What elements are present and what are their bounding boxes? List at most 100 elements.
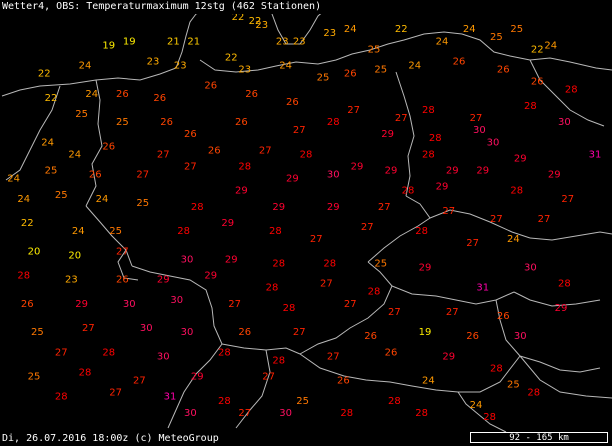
station-temperature: 28	[524, 101, 537, 112]
station-temperature: 29	[419, 263, 432, 274]
station-temperature: 27	[470, 113, 483, 124]
station-temperature: 24	[344, 24, 357, 35]
station-temperature: 26	[89, 170, 102, 181]
station-temperature: 28	[283, 303, 296, 314]
station-temperature: 28	[402, 186, 415, 197]
station-temperature: 27	[262, 372, 275, 383]
station-temperature: 24	[422, 376, 435, 387]
station-temperature: 29	[235, 186, 248, 197]
station-temperature: 27	[466, 238, 479, 249]
station-temperature: 21	[167, 36, 180, 47]
station-temperature: 28	[218, 347, 231, 358]
station-temperature: 22	[225, 52, 238, 63]
station-temperature: 28	[272, 355, 285, 366]
station-temperature: 26	[102, 141, 115, 152]
station-temperature: 27	[293, 327, 306, 338]
map-title: Wetter4, OBS: Temperaturmaximum 12stg (4…	[0, 0, 612, 14]
station-temperature: 24	[41, 137, 54, 148]
station-temperature: 28	[300, 149, 313, 160]
station-temperature: 29	[286, 174, 299, 185]
station-temperature: 27	[259, 145, 272, 156]
station-temperature: 19	[123, 36, 136, 47]
station-temperature: 25	[55, 190, 68, 201]
station-temperature: 24	[507, 234, 520, 245]
station-temperature: 25	[374, 65, 387, 76]
station-temperature: 28	[415, 226, 428, 237]
station-temperature: 30	[327, 170, 340, 181]
station-temperature: 28	[490, 364, 503, 375]
station-temperature: 29	[555, 303, 568, 314]
station-temperature: 26	[497, 65, 510, 76]
station-temperature: 27	[490, 214, 503, 225]
station-temperature: 24	[470, 400, 483, 411]
station-temperature: 21	[187, 36, 200, 47]
station-temperature: 19	[102, 40, 115, 51]
station-temperature: 29	[476, 166, 489, 177]
station-temperature: 28	[238, 162, 251, 173]
station-temperature: 30	[184, 408, 197, 419]
station-temperature: 28	[17, 271, 30, 282]
station-temperature: 27	[228, 299, 241, 310]
station-temperature: 28	[327, 117, 340, 128]
station-temperature: 30	[524, 263, 537, 274]
station-temperature: 30	[514, 331, 527, 342]
station-temperature: 24	[85, 89, 98, 100]
station-temperature: 30	[123, 299, 136, 310]
station-temperature: 29	[204, 271, 217, 282]
station-temperature: 27	[344, 299, 357, 310]
station-temperature: 31	[589, 149, 602, 160]
station-temperature: 30	[558, 117, 571, 128]
station-temperature: 27	[320, 279, 333, 290]
station-temperature: 30	[279, 408, 292, 419]
station-temperature: 23	[323, 28, 336, 39]
station-temperature: 26	[497, 311, 510, 322]
station-temperature: 23	[65, 275, 78, 286]
station-temperature: 27	[395, 113, 408, 124]
station-temperature: 27	[184, 162, 197, 173]
station-temperature: 27	[82, 323, 95, 334]
station-temperature: 26	[466, 331, 479, 342]
station-temperature: 26	[364, 331, 377, 342]
station-temperature: 24	[72, 226, 85, 237]
station-temperature: 26	[453, 57, 466, 68]
station-temperature: 29	[75, 299, 88, 310]
station-temperature: 23	[147, 57, 160, 68]
station-temperature: 28	[218, 396, 231, 407]
station-temperature: 27	[538, 214, 551, 225]
station-temperature: 28	[429, 133, 442, 144]
station-temperature: 22	[531, 44, 544, 55]
station-temperature: 24	[408, 61, 421, 72]
station-temperature: 27	[238, 408, 251, 419]
station-temperature: 24	[79, 61, 92, 72]
station-temperature: 27	[446, 307, 459, 318]
station-temperature: 27	[327, 351, 340, 362]
station-temperature: 28	[483, 412, 496, 423]
station-temperature: 24	[544, 40, 557, 51]
station-temperature: 27	[378, 202, 391, 213]
station-temperature: 30	[170, 295, 183, 306]
station-temperature: 27	[133, 376, 146, 387]
station-temperature: 23	[293, 36, 306, 47]
station-temperature: 26	[531, 77, 544, 88]
map-scale: 92 - 165 km	[470, 432, 608, 443]
station-temperature: 23	[276, 36, 289, 47]
station-temperature: 26	[116, 89, 129, 100]
station-temperature: 25	[45, 166, 58, 177]
station-temperature: 30	[140, 323, 153, 334]
station-temperature: 28	[323, 258, 336, 269]
station-temperature: 28	[55, 392, 68, 403]
station-temperature: 29	[191, 372, 204, 383]
station-temperature: 31	[164, 392, 177, 403]
station-temperature: 22	[38, 69, 51, 80]
station-temperature: 25	[31, 327, 44, 338]
station-temperature: 29	[221, 218, 234, 229]
temperature-map[interactable]: 19 19 21 2122 222323 2323 2425222424252522 2422…	[0, 0, 612, 446]
station-temperature: 26	[160, 117, 173, 128]
station-temperature: 26	[21, 299, 34, 310]
station-temperature: 26	[208, 145, 221, 156]
station-temperature: 28	[527, 388, 540, 399]
station-temperature: 28	[272, 258, 285, 269]
station-temperature: 31	[476, 283, 489, 294]
station-temperature: 27	[109, 388, 122, 399]
station-temperature: 27	[561, 194, 574, 205]
